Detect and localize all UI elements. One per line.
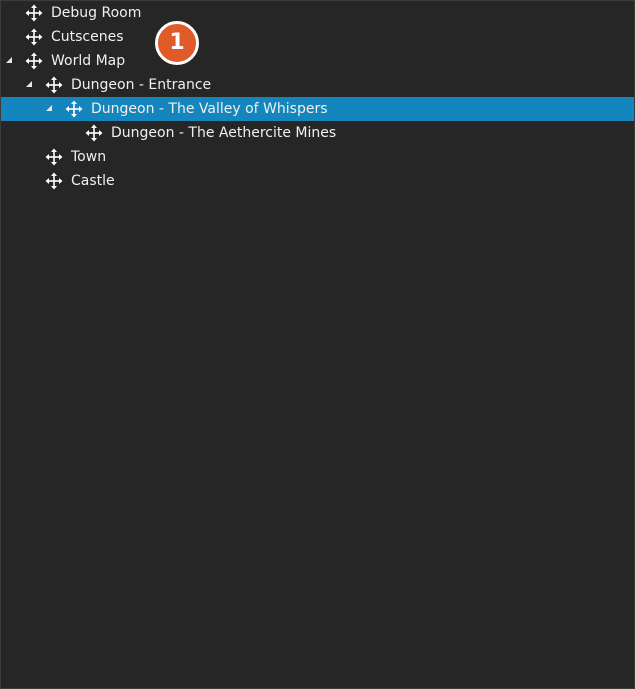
move-icon xyxy=(85,124,103,142)
scene-tree-panel: Debug Room Cutscenes World Map Dungeon -… xyxy=(0,0,635,689)
move-icon xyxy=(45,172,63,190)
tree-item-world-map[interactable]: World Map xyxy=(1,49,634,73)
move-icon xyxy=(65,100,83,118)
expanded-arrow-icon[interactable] xyxy=(6,57,12,63)
tree-item-label: Dungeon - Entrance xyxy=(71,77,212,93)
tree-item-label: Debug Room xyxy=(51,5,142,21)
move-icon xyxy=(25,4,43,22)
tree-item-label: Dungeon - The Valley of Whispers xyxy=(91,101,328,117)
tree-item-aethercite-mines[interactable]: Dungeon - The Aethercite Mines xyxy=(1,121,634,145)
expanded-arrow-icon[interactable] xyxy=(46,105,52,111)
callout-badge: 1 xyxy=(155,21,199,65)
move-icon xyxy=(45,148,63,166)
expanded-arrow-icon[interactable] xyxy=(26,81,32,87)
tree-item-cutscenes[interactable]: Cutscenes xyxy=(1,25,634,49)
move-icon xyxy=(45,76,63,94)
tree-item-castle[interactable]: Castle xyxy=(1,169,634,193)
tree-item-label: Cutscenes xyxy=(51,29,124,45)
move-icon xyxy=(25,52,43,70)
scene-tree: Debug Room Cutscenes World Map Dungeon -… xyxy=(1,1,634,193)
move-icon xyxy=(25,28,43,46)
tree-item-dungeon-entrance[interactable]: Dungeon - Entrance xyxy=(1,73,634,97)
tree-item-label: Town xyxy=(71,149,107,165)
tree-item-debug-room[interactable]: Debug Room xyxy=(1,1,634,25)
tree-item-town[interactable]: Town xyxy=(1,145,634,169)
tree-item-label: Dungeon - The Aethercite Mines xyxy=(111,125,337,141)
tree-item-valley-of-whispers[interactable]: Dungeon - The Valley of Whispers xyxy=(1,97,634,121)
tree-item-label: Castle xyxy=(71,173,115,189)
tree-item-label: World Map xyxy=(51,53,126,69)
